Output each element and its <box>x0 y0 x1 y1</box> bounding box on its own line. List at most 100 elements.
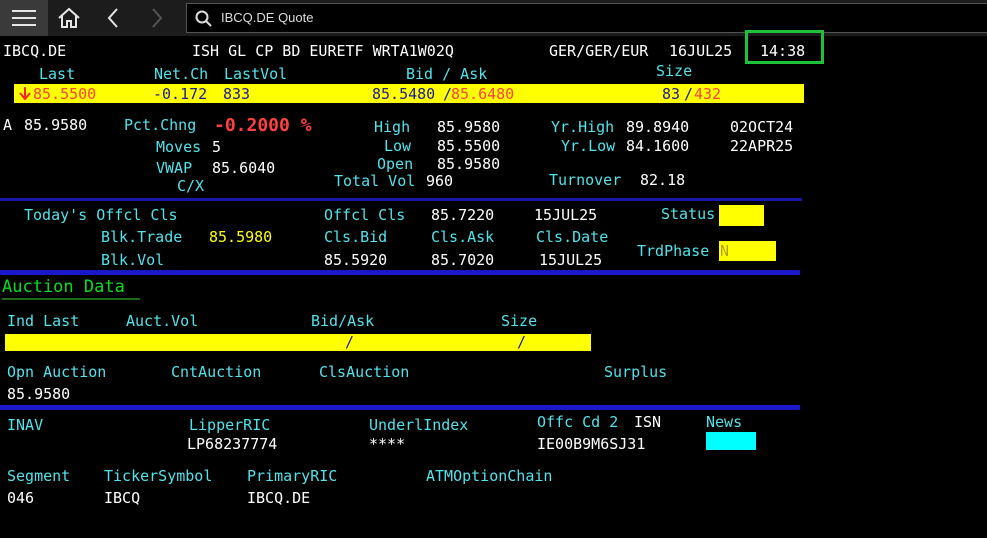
offcls-label: Offcl Cls <box>324 206 406 224</box>
last-volume: 833 <box>223 85 251 103</box>
moves-value: 5 <box>212 138 222 156</box>
search-icon <box>195 10 212 27</box>
bid-price: 85.5480 <box>372 85 436 103</box>
divider <box>0 198 802 201</box>
cls-auction-label: ClsAuction <box>319 363 410 381</box>
clsdate-label: Cls.Date <box>536 228 609 246</box>
ask-price: 85.6480 <box>451 85 515 103</box>
opn-auction-label: Opn Auction <box>7 363 107 381</box>
forward-button[interactable] <box>144 0 170 36</box>
clsbid-value: 85.5920 <box>324 251 388 269</box>
a-value: 85.9580 <box>24 116 88 134</box>
clsbid-label: Cls.Bid <box>324 228 388 246</box>
low-label: Low <box>384 137 412 155</box>
auction-size-slash: / <box>517 333 527 351</box>
isin-value: IE00B9M6SJ31 <box>537 435 646 453</box>
blktrade-label: Blk.Trade <box>101 228 183 246</box>
lipper-label: LipperRIC <box>189 416 271 434</box>
segment-label: Segment <box>7 467 71 485</box>
ticker-label: TickerSymbol <box>104 467 213 485</box>
vwap-label: VWAP <box>156 159 193 177</box>
offc-cd-label: Offc Cd 2 <box>537 413 619 431</box>
clsask-value: 85.7020 <box>431 251 495 269</box>
low-value: 85.5500 <box>437 137 501 155</box>
last-label: Last <box>39 65 76 83</box>
inav-label: INAV <box>7 416 44 434</box>
opn-auction-value: 85.9580 <box>7 385 71 403</box>
primaryric-label: PrimaryRIC <box>247 467 338 485</box>
clsask-label: Cls.Ask <box>431 228 495 246</box>
lipper-value: LP68237774 <box>187 435 278 453</box>
auction-bidask-slash: / <box>345 333 355 351</box>
net-change: -0.172 <box>153 85 208 103</box>
ticker-value: IBCQ <box>104 489 141 507</box>
yrhigh-label: Yr.High <box>551 118 615 136</box>
moves-label: Moves <box>156 138 202 156</box>
instrument-name: ISH GL CP BD EURETF WRTA1W02Q <box>192 42 454 60</box>
open-label: Open <box>377 155 414 173</box>
home-icon <box>58 7 80 28</box>
status-label: Status <box>661 205 716 223</box>
atm-option-chain-link[interactable]: ATMOptionChain <box>426 467 552 485</box>
auction-section-title: Auction Data <box>2 277 125 297</box>
pct-change: -0.2000 % <box>214 115 312 136</box>
isn-label: ISN <box>634 413 662 431</box>
divider <box>0 270 800 275</box>
back-button[interactable] <box>100 0 126 36</box>
yrhigh-date: 02OCT24 <box>730 118 794 136</box>
vwap-value: 85.6040 <box>212 159 276 177</box>
high-value: 85.9580 <box>437 118 501 136</box>
blkvol-label: Blk.Vol <box>101 251 165 269</box>
ric-code: IBCQ.DE <box>3 42 67 60</box>
search-input[interactable]: IBCQ.DE Quote <box>221 10 313 25</box>
trdphase-value: N <box>720 242 730 260</box>
chevron-right-icon <box>152 8 163 28</box>
ask-size: 432 <box>694 85 722 103</box>
blktrade-value: 85.5980 <box>209 228 273 246</box>
pctchng-label: Pct.Chng <box>124 116 197 134</box>
auctvol-label: Auct.Vol <box>126 312 199 330</box>
yrlow-date: 22APR25 <box>730 137 794 155</box>
netch-label: Net.Ch <box>154 65 209 83</box>
primaryric-value: IBCQ.DE <box>247 489 311 507</box>
offcls-date: 15JUL25 <box>534 206 598 224</box>
bidask-label: Bid / Ask <box>406 65 488 83</box>
trdphase-label: TrdPhase <box>637 242 710 260</box>
open-value: 85.9580 <box>437 155 501 173</box>
bid-size: 83 <box>662 85 681 103</box>
size-label: Size <box>656 62 693 80</box>
chevron-left-icon <box>107 8 118 28</box>
status-field <box>719 205 764 226</box>
yrhigh-value: 89.8940 <box>626 118 690 136</box>
underl-value: **** <box>369 435 406 453</box>
arrow-down-icon <box>19 87 31 100</box>
cnt-auction-label: CntAuction <box>171 363 262 381</box>
cx-label: C/X <box>177 177 205 195</box>
offcls-value: 85.7220 <box>431 206 495 224</box>
segment-value: 046 <box>7 489 35 507</box>
auction-size-label: Size <box>501 312 538 330</box>
toolbar: IBCQ.DE Quote <box>0 0 987 36</box>
quote-time: 14:38 <box>760 42 806 60</box>
last-price: 85.5500 <box>33 85 97 103</box>
home-button[interactable] <box>52 0 86 36</box>
surplus-label: Surplus <box>604 363 668 381</box>
underl-label: UnderlIndex <box>369 416 469 434</box>
hamburger-icon <box>12 10 36 26</box>
menu-button[interactable] <box>0 0 48 36</box>
news-field[interactable] <box>706 432 756 450</box>
lastvol-label: LastVol <box>224 65 288 83</box>
auction-row-highlight <box>5 334 591 351</box>
totalvol-label: Total Vol <box>334 172 416 190</box>
turnover-value: 82.18 <box>640 171 686 189</box>
totalvol-value: 960 <box>426 172 454 190</box>
auction-bidask-label: Bid/Ask <box>311 312 375 330</box>
turnover-label: Turnover <box>549 171 622 189</box>
quote-date: 16JUL25 <box>669 42 733 60</box>
search-box[interactable]: IBCQ.DE Quote <box>186 3 987 33</box>
section-underline <box>2 298 140 300</box>
todays-offcl-cls-label: Today's Offcl Cls <box>24 206 178 224</box>
divider <box>0 405 800 410</box>
a-label: A <box>3 116 13 134</box>
size-slash: / <box>684 85 694 103</box>
